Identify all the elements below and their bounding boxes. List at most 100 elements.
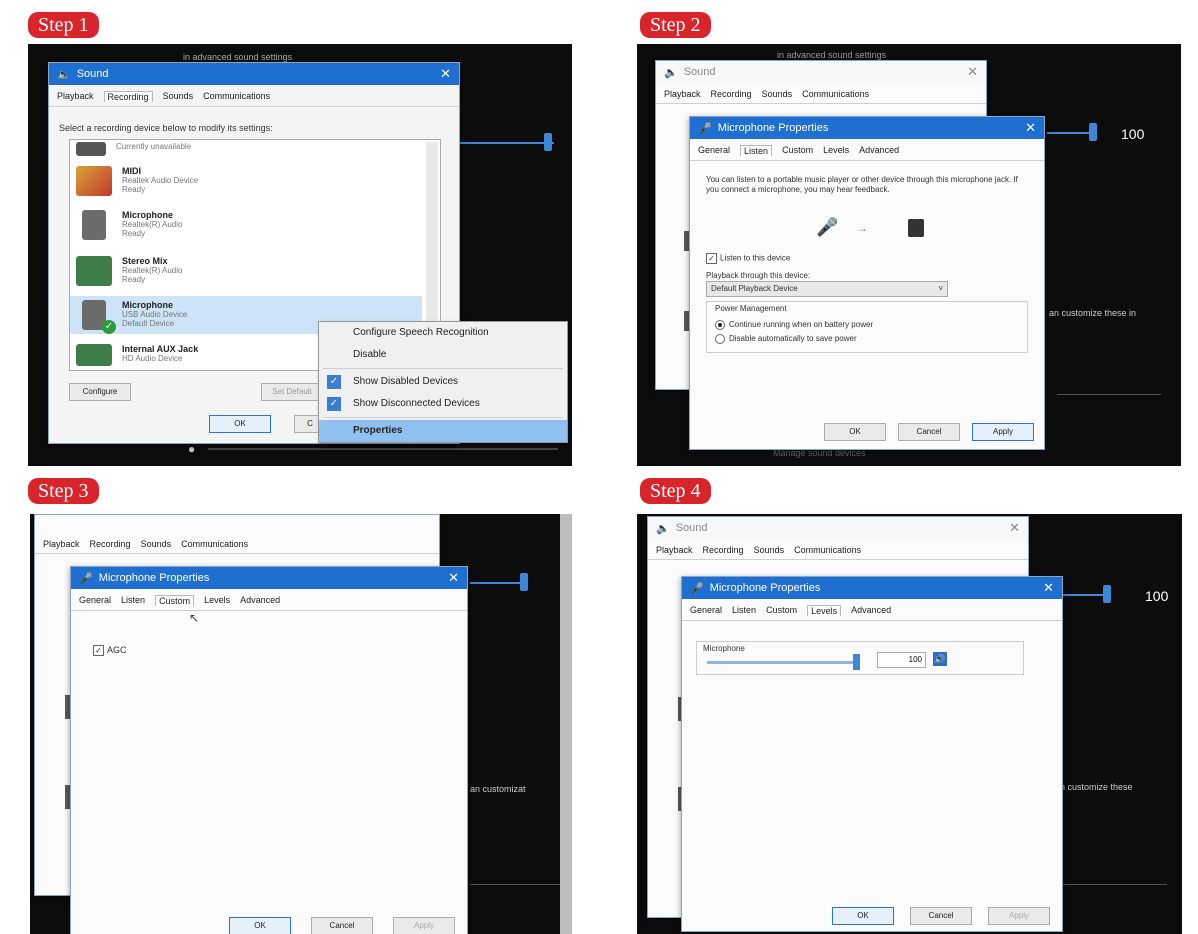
close-icon[interactable]: ✕ <box>1043 580 1054 596</box>
tab-general[interactable]: General <box>690 605 722 616</box>
tab-communications[interactable]: Communications <box>181 539 248 549</box>
cancel-button[interactable]: Cancel <box>898 423 960 441</box>
tab-advanced[interactable]: Advanced <box>240 595 280 606</box>
tab-general[interactable]: General <box>79 595 111 606</box>
menu-item-configure-speech[interactable]: Configure Speech Recognition <box>319 322 567 344</box>
volume-slider-knob[interactable] <box>1089 123 1097 141</box>
tab-listen[interactable]: Listen <box>732 605 756 616</box>
sound-tabs: Playback Recording Sounds Communications <box>49 85 459 107</box>
tab-communications[interactable]: Communications <box>203 91 270 102</box>
properties-titlebar: 🎤 Microphone Properties ✕ <box>682 577 1062 599</box>
tab-levels[interactable]: Levels <box>204 595 230 606</box>
radio-continue[interactable]: Continue running when on battery power <box>715 320 873 330</box>
tab-advanced[interactable]: Advanced <box>859 145 899 156</box>
step-1-panel: in advanced sound settings ● 🔈 Sound ✕ P… <box>28 44 572 466</box>
tab-listen[interactable]: Listen <box>740 145 773 156</box>
bg-text: an customize these <box>1055 782 1133 792</box>
tab-custom[interactable]: Custom <box>782 145 813 156</box>
ok-button[interactable]: OK <box>824 423 886 441</box>
tab-custom[interactable]: Custom <box>155 595 195 606</box>
tab-listen[interactable]: Listen <box>121 595 145 606</box>
tab-sounds[interactable]: Sounds <box>754 545 785 555</box>
cancel-button[interactable]: Cancel <box>910 907 972 925</box>
volume-slider-track[interactable] <box>458 142 554 144</box>
tab-recording[interactable]: Recording <box>90 539 131 549</box>
list-item[interactable]: Currently unavailable <box>76 142 191 156</box>
level-slider-track[interactable] <box>707 654 860 670</box>
device-driver: USB Audio Device <box>122 310 188 319</box>
sound-tabs: Playback Recording Sounds Communications <box>656 83 986 104</box>
tab-levels[interactable]: Levels <box>823 145 849 156</box>
speaker-icon: 🔈 <box>656 522 670 535</box>
tab-sounds[interactable]: Sounds <box>762 89 793 99</box>
level-slider-knob[interactable] <box>853 654 860 670</box>
menu-item-show-disconnected[interactable]: ✓ Show Disconnected Devices <box>319 393 567 415</box>
close-icon[interactable]: ✕ <box>448 570 459 586</box>
apply-button[interactable]: Apply <box>988 907 1050 925</box>
menu-item-show-disabled[interactable]: ✓ Show Disabled Devices <box>319 371 567 393</box>
list-item[interactable]: MIDI Realtek Audio Device Ready <box>76 166 198 196</box>
tab-levels[interactable]: Levels <box>807 605 842 616</box>
tab-playback[interactable]: Playback <box>43 539 80 549</box>
sound-title: Sound <box>683 66 716 78</box>
device-driver: Realtek Audio Device <box>122 176 199 185</box>
volume-slider-knob[interactable] <box>1103 585 1111 603</box>
ok-button[interactable]: OK <box>209 415 271 433</box>
volume-slider-track[interactable] <box>470 582 526 584</box>
radio-label: Continue running when on battery power <box>729 320 874 330</box>
level-value-input[interactable]: 100 <box>877 652 926 668</box>
close-icon[interactable]: ✕ <box>1025 120 1036 136</box>
ok-button[interactable]: OK <box>229 917 291 934</box>
tab-recording[interactable]: Recording <box>703 545 744 555</box>
close-icon[interactable]: ✕ <box>1009 520 1020 536</box>
set-default-button[interactable]: Set Default <box>261 383 323 401</box>
menu-item-properties[interactable]: Properties <box>319 420 567 442</box>
apply-button[interactable]: Apply <box>972 423 1034 441</box>
list-item[interactable]: Internal AUX Jack HD Audio Device <box>76 344 198 366</box>
menu-item-disable[interactable]: Disable <box>319 344 567 366</box>
volume-slider-knob[interactable] <box>544 133 552 151</box>
step-3-panel: an customizat Playback Recording Sounds … <box>30 514 572 934</box>
tab-custom[interactable]: Custom <box>766 605 797 616</box>
device-name: Microphone <box>122 210 173 220</box>
tab-sounds[interactable]: Sounds <box>141 539 172 549</box>
agc-checkbox[interactable]: ✓ AGC <box>93 645 127 657</box>
tab-general[interactable]: General <box>698 145 730 156</box>
list-item[interactable]: Microphone Realtek(R) Audio Ready <box>76 210 182 240</box>
microphone-icon: ✓ <box>82 300 116 334</box>
tab-playback[interactable]: Playback <box>664 89 701 99</box>
level-slider-fill <box>707 661 857 664</box>
close-icon[interactable]: ✕ <box>967 64 978 80</box>
tab-communications[interactable]: Communications <box>794 545 861 555</box>
device-name: Internal AUX Jack <box>122 344 199 354</box>
tab-playback[interactable]: Playback <box>57 91 94 102</box>
apply-button[interactable]: Apply <box>393 917 455 934</box>
listen-checkbox[interactable]: ✓ Listen to this device <box>706 253 790 264</box>
list-item[interactable]: Stereo Mix Realtek(R) Audio Ready <box>76 256 182 286</box>
cancel-button[interactable]: Cancel <box>311 917 373 934</box>
playback-device-select[interactable]: Default Playback Device ˅ <box>706 281 948 297</box>
bg-text: an customizat <box>470 784 526 794</box>
configure-button[interactable]: Configure <box>69 383 131 401</box>
bg-text: in advanced sound settings <box>777 50 887 60</box>
checkbox-icon: ✓ <box>93 645 104 657</box>
sound-card-icon <box>76 256 112 286</box>
device-driver: Realtek(R) Audio <box>122 266 183 275</box>
radio-disable[interactable]: Disable automatically to save power <box>715 334 857 344</box>
volume-slider-knob[interactable] <box>520 573 528 591</box>
tab-communications[interactable]: Communications <box>802 89 869 99</box>
tab-sounds[interactable]: Sounds <box>163 91 194 102</box>
volume-slider-track[interactable] <box>1057 594 1107 596</box>
device-status: Currently unavailable <box>116 142 192 151</box>
tab-playback[interactable]: Playback <box>656 545 693 555</box>
speaker-output-icon <box>908 219 924 237</box>
bottom-slider-track[interactable] <box>208 448 558 450</box>
step-2-panel: in advanced sound settings 100 an custom… <box>637 44 1181 466</box>
ok-button[interactable]: OK <box>832 907 894 925</box>
close-icon[interactable]: ✕ <box>440 66 451 82</box>
tab-advanced[interactable]: Advanced <box>851 605 891 616</box>
tab-recording[interactable]: Recording <box>711 89 752 99</box>
speaker-icon: 🔈 <box>57 68 71 81</box>
speaker-icon[interactable]: 🔊 <box>933 652 947 666</box>
tab-recording[interactable]: Recording <box>103 91 153 102</box>
